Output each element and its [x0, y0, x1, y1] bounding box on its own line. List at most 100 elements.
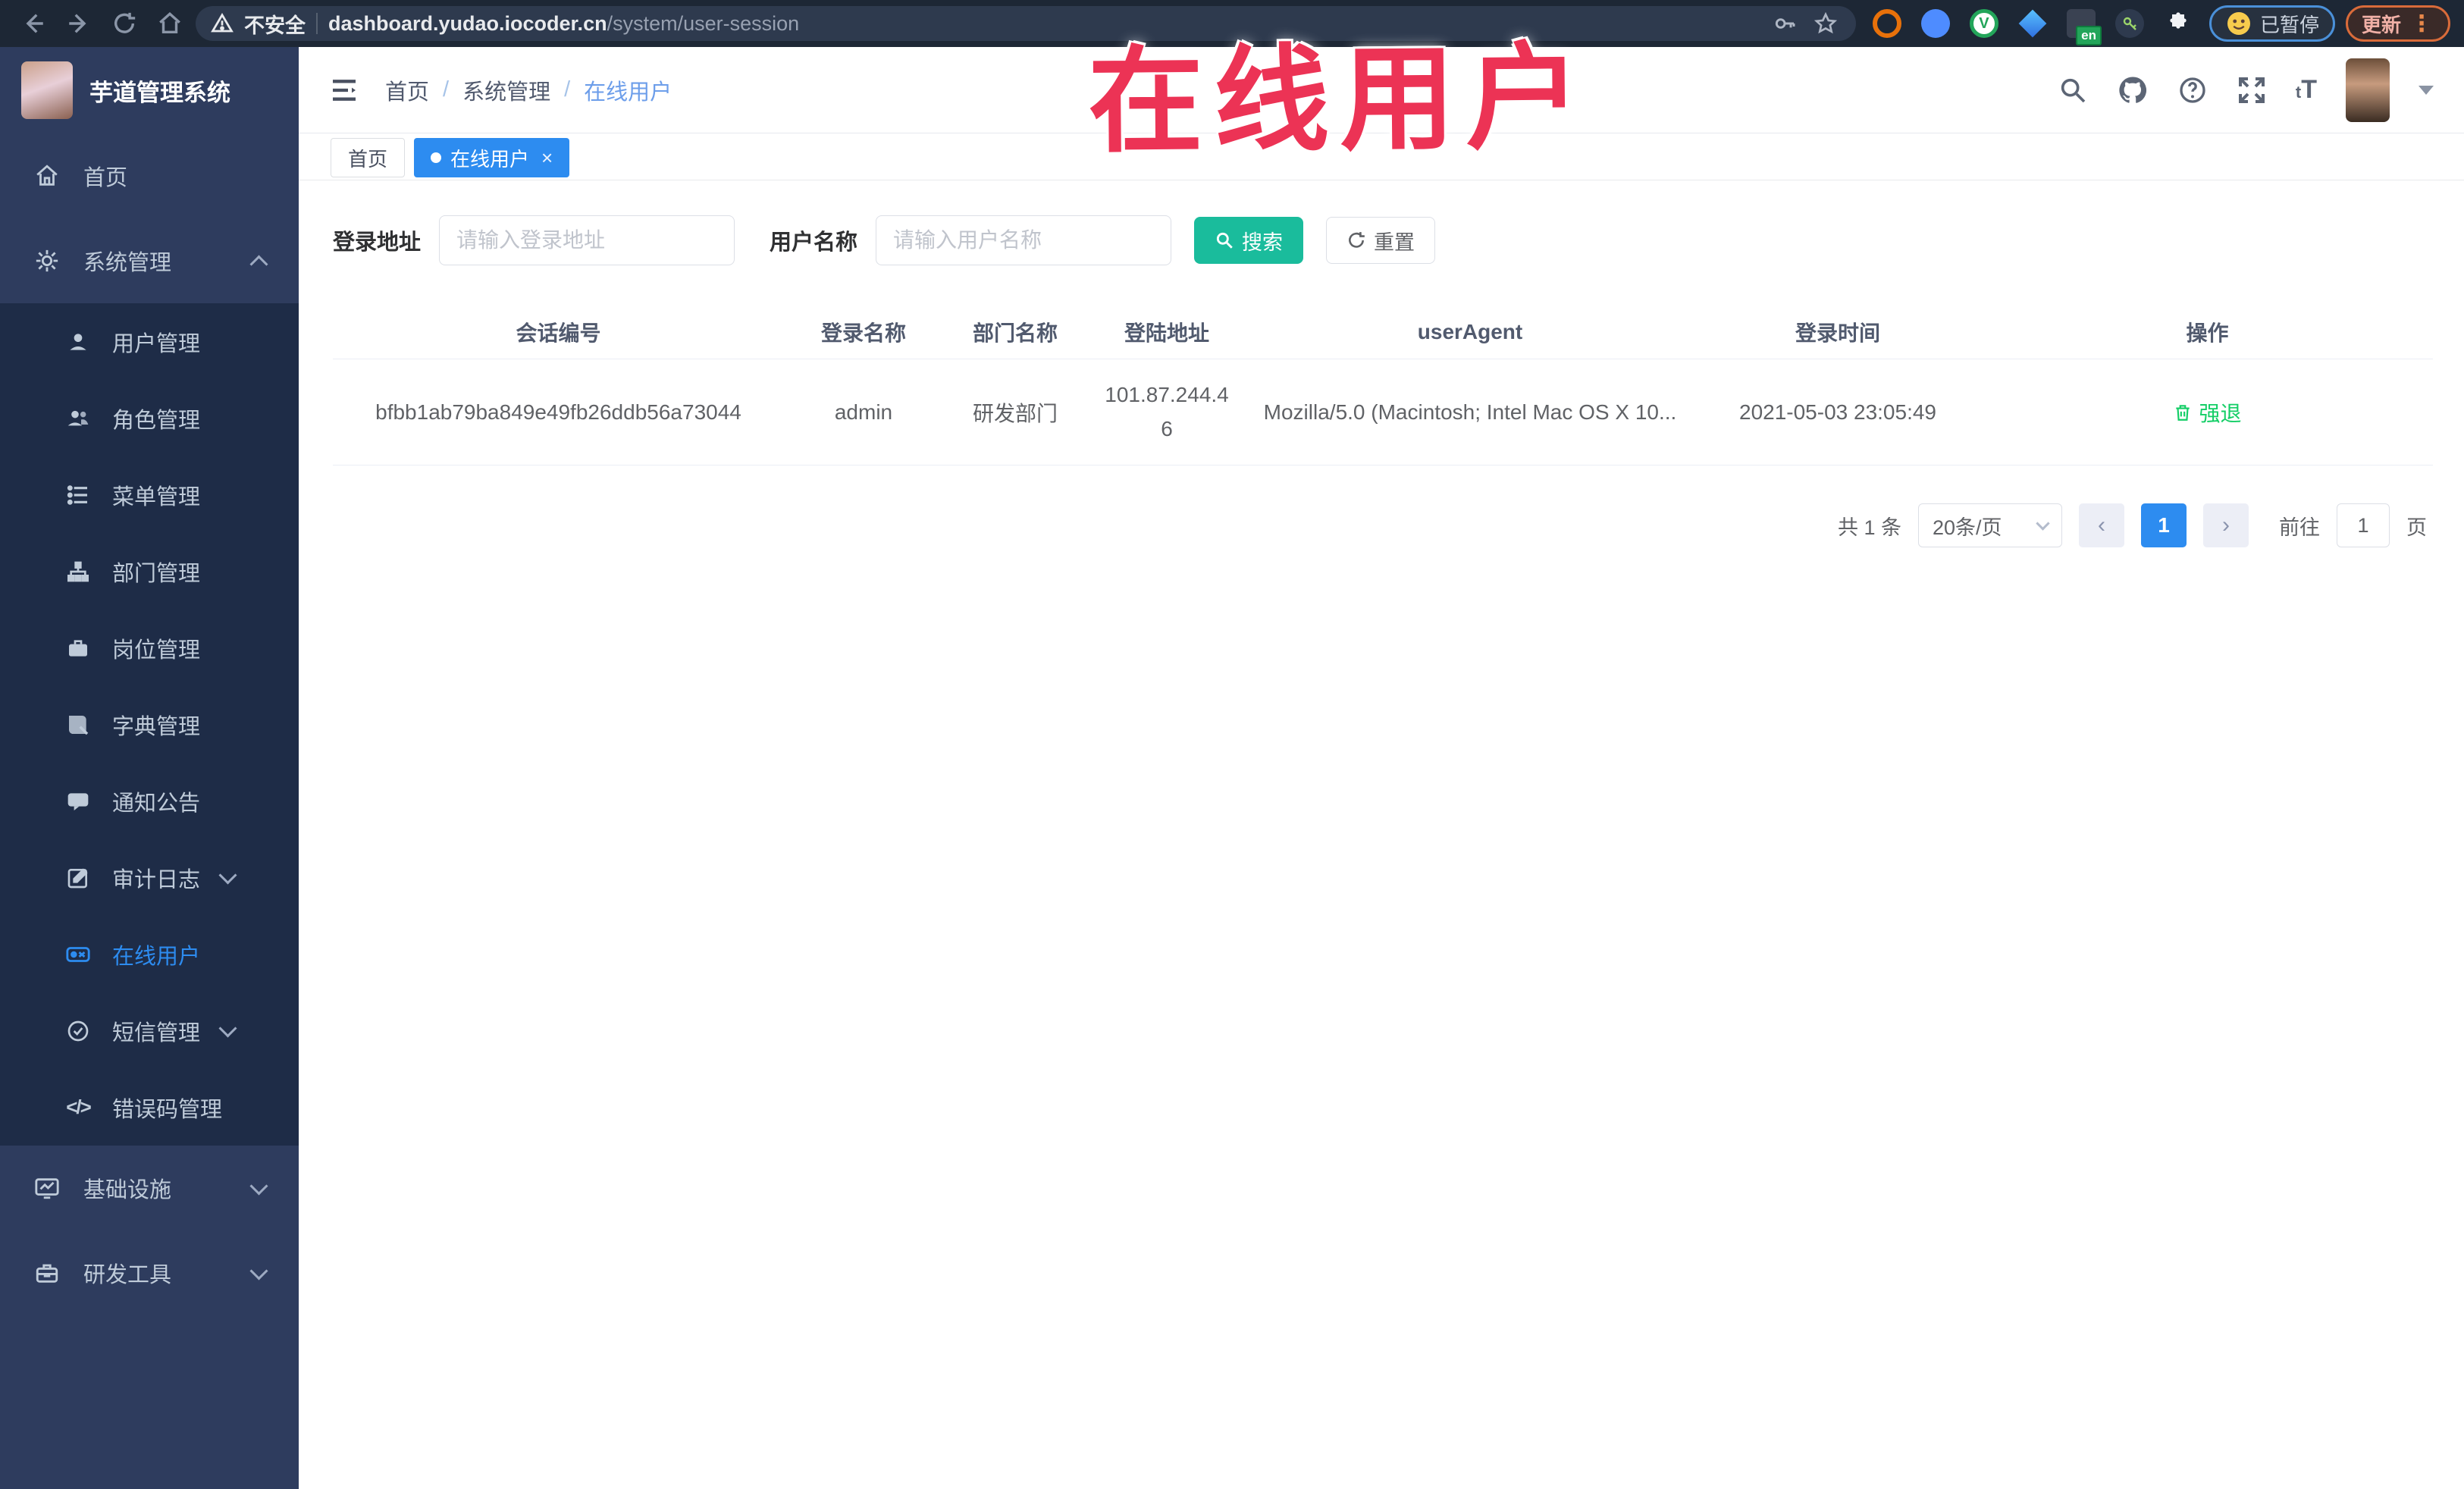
github-icon[interactable] [2117, 74, 2149, 106]
login-address-label: 登录地址 [333, 230, 422, 255]
cell-actions: 强退 [1982, 397, 2433, 428]
edit-log-icon [65, 866, 91, 890]
col-actions: 操作 [2186, 321, 2229, 345]
username-input[interactable] [876, 215, 1172, 265]
user-icon [65, 330, 91, 354]
app-title: 芋道管理系统 [89, 79, 230, 106]
sidebar: 芋道管理系统 首页 系统管理 用户管理 角色管理 菜单管理 部门管理 岗位管理 … [0, 47, 299, 1489]
extension-v-icon[interactable]: V [1969, 9, 1998, 38]
pagination: 共 1 条 20条/页 ‹ 1 › 前往 页 [333, 503, 2430, 547]
cell-session-id: bfbb1ab79ba849e49fb26ddb56a73044 [375, 400, 741, 424]
list-icon [65, 483, 91, 507]
sidebar-item-notices[interactable]: 通知公告 [0, 763, 299, 839]
sidebar-item-label: 基础设施 [83, 1178, 172, 1202]
refresh-icon [1349, 232, 1365, 248]
col-session-id: 会话编号 [516, 321, 601, 345]
paused-label: 已暂停 [2259, 13, 2319, 36]
goto-label: 前往 [2279, 516, 2320, 539]
logo-image [21, 61, 73, 119]
logo[interactable]: 芋道管理系统 [0, 47, 299, 133]
login-address-input[interactable] [439, 215, 735, 265]
col-username: 登录名称 [820, 321, 906, 345]
code-icon: </> [66, 1096, 92, 1118]
close-tab-icon[interactable]: × [541, 146, 553, 170]
chevron-down-icon [249, 1176, 268, 1196]
users-icon [65, 406, 91, 431]
font-size-icon[interactable]: tT [2296, 75, 2317, 105]
sidebar-item-infrastructure[interactable]: 基础设施 [0, 1146, 299, 1230]
address-bar[interactable]: 不安全 dashboard.yudao.iocoder.cn/system/us… [196, 6, 1856, 41]
sidebar-item-posts[interactable]: 岗位管理 [0, 610, 299, 686]
search-button[interactable]: 搜索 [1194, 217, 1304, 264]
table-row: bfbb1ab79ba849e49fb26ddb56a73044 admin 研… [333, 359, 2433, 466]
cell-login-time: 2021-05-03 23:05:49 [1739, 400, 1936, 424]
breadcrumb-current: 在线用户 [584, 80, 672, 105]
col-dept: 部门名称 [972, 321, 1058, 345]
reload-icon[interactable] [105, 5, 144, 42]
search-icon[interactable] [2058, 75, 2088, 105]
breadcrumb-system[interactable]: 系统管理 [462, 74, 550, 106]
sidebar-item-audit-log[interactable]: 审计日志 [0, 839, 299, 916]
not-secure-label[interactable]: 不安全 [244, 9, 306, 39]
sidebar-item-roles[interactable]: 角色管理 [0, 380, 299, 456]
extension-diamond-icon[interactable] [2018, 9, 2047, 38]
avatar[interactable] [2346, 58, 2390, 122]
sidebar-item-menus[interactable]: 菜单管理 [0, 456, 299, 533]
sidebar-item-sms[interactable]: 短信管理 [0, 992, 299, 1069]
table-header-row: 会话编号 登录名称 部门名称 登陆地址 userAgent 登录时间 操作 [333, 305, 2433, 359]
url-path: /system/user-session [607, 11, 800, 35]
col-login-time: 登录时间 [1795, 321, 1880, 345]
bookmark-star-icon[interactable] [1810, 5, 1841, 42]
collapse-sidebar-icon[interactable] [329, 75, 359, 105]
sidebar-item-departments[interactable]: 部门管理 [0, 533, 299, 610]
cell-username: admin [834, 400, 893, 424]
help-icon[interactable] [2177, 75, 2208, 105]
prev-page-button[interactable]: ‹ [2079, 503, 2124, 547]
sidebar-item-system[interactable]: 系统管理 [0, 218, 299, 303]
sidebar-item-home[interactable]: 首页 [0, 133, 299, 218]
reset-button[interactable]: 重置 [1326, 217, 1436, 264]
extension-ubuntu-icon[interactable] [1872, 9, 1901, 38]
chevron-down-icon [218, 1019, 237, 1038]
page-size-select[interactable]: 20条/页 [1918, 503, 2062, 547]
extension-key-icon[interactable] [2114, 9, 2144, 38]
tab-home[interactable]: 首页 [331, 138, 406, 177]
browser-menu-icon[interactable]: ⋮ [2409, 11, 2434, 37]
avatar-caret-icon[interactable] [2419, 85, 2434, 95]
extensions-strip: V en [1862, 9, 2203, 45]
url-text[interactable]: dashboard.yudao.iocoder.cn/system/user-s… [328, 12, 799, 36]
next-page-button[interactable]: › [2203, 503, 2249, 547]
sidebar-item-online-users[interactable]: 在线用户 [0, 916, 299, 992]
force-logout-button[interactable]: 强退 [2173, 397, 2242, 428]
col-ip: 登陆地址 [1124, 321, 1209, 345]
book-icon [65, 713, 91, 737]
password-key-icon[interactable] [1770, 5, 1800, 42]
toolbox-icon [33, 1260, 61, 1286]
sidebar-item-dictionary[interactable]: 字典管理 [0, 686, 299, 763]
fullscreen-icon[interactable] [2237, 75, 2267, 105]
trash-icon [2176, 404, 2190, 421]
extension-translate-icon[interactable]: en [2066, 9, 2102, 45]
back-icon[interactable] [14, 5, 53, 42]
monitor-chart-icon [33, 1175, 61, 1201]
sidebar-item-label: 研发工具 [83, 1263, 172, 1287]
forward-icon[interactable] [59, 5, 99, 42]
update-button[interactable]: 更新 ⋮ [2345, 5, 2450, 42]
page-1-button[interactable]: 1 [2141, 503, 2187, 547]
home-icon [33, 163, 61, 189]
url-host: dashboard.yudao.iocoder.cn [328, 11, 607, 35]
sidebar-menu: 首页 系统管理 用户管理 角色管理 菜单管理 部门管理 岗位管理 字典管理 通知… [0, 133, 299, 1489]
goto-page-input[interactable] [2337, 503, 2390, 547]
chevron-up-icon [249, 254, 268, 274]
sidebar-item-users[interactable]: 用户管理 [0, 303, 299, 380]
col-user-agent: userAgent [1417, 319, 1523, 343]
extensions-puzzle-icon[interactable] [2164, 9, 2193, 38]
sidebar-item-error-codes[interactable]: </> 错误码管理 [0, 1069, 299, 1146]
warning-icon [211, 12, 234, 35]
profile-paused-badge[interactable]: 已暂停 [2209, 5, 2335, 42]
extension-pin-icon[interactable] [1920, 9, 1950, 38]
sidebar-item-devtools[interactable]: 研发工具 [0, 1230, 299, 1315]
home-browser-icon[interactable] [150, 5, 190, 42]
tab-online-users[interactable]: 在线用户 × [414, 138, 570, 177]
breadcrumb-home[interactable]: 首页 [385, 74, 429, 106]
